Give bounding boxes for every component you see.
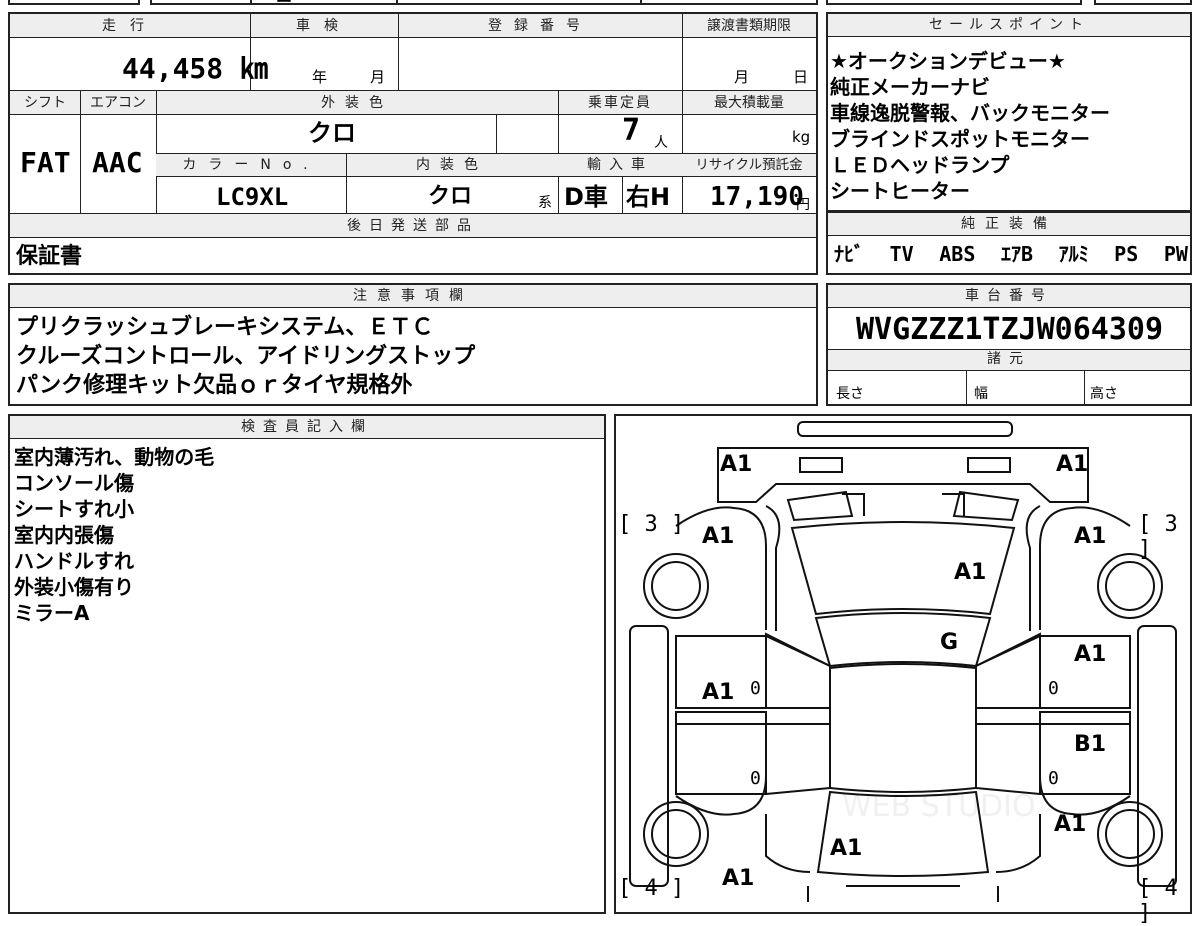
grade-right-rear-fender: A1 (1054, 812, 1087, 837)
inspector-note-line: 外装小傷有り (14, 575, 134, 599)
transfer-deadline-label: 譲渡書類期限 (707, 18, 791, 34)
grade-right-front-fender: A1 (1074, 524, 1107, 549)
transfer-month: 月 (734, 68, 750, 86)
interior-color-label: 内装色 (416, 157, 488, 173)
grade-hood: A1 (954, 560, 987, 585)
import-label: 輸入車 (587, 157, 653, 173)
color-no-value: LC9XL (216, 183, 289, 211)
inspector-note-line: ミラーA (14, 601, 90, 625)
sales-point-line: 純正メーカーナビ (830, 75, 990, 99)
capacity-value: 7 (622, 113, 641, 148)
equipment-item-pw: PW (1163, 242, 1188, 266)
grade-right-front-door: A1 (1074, 642, 1107, 667)
sales-points-label: セールスポイント (828, 14, 1190, 37)
sales-point-line: ＬＥＤヘッドランプ (830, 153, 1010, 177)
sales-points-list: ★オークションデビュー★ 純正メーカーナビ 車線逸脱警報、バックモニター ブライ… (830, 48, 1110, 204)
equipment-item-alloy: ｱﾙﾐ (1058, 242, 1089, 266)
grade-left-front-fender: A1 (702, 524, 735, 549)
sales-points-panel: セールスポイント ★オークションデビュー★ 純正メーカーナビ 車線逸脱警報、バッ… (826, 12, 1192, 212)
notes-label: 注意事項欄 (10, 285, 816, 308)
tread-depth-right-rear: [ 4 ] (1138, 876, 1178, 926)
note-line: プリクラッシュブレーキシステム、ＥＴＣ (16, 315, 434, 340)
inspector-note-line: ハンドルすれ (14, 549, 134, 573)
chassis-number: WVGZZZ1TZJW064309 (856, 312, 1164, 347)
grade-rear-left: A1 (722, 866, 755, 891)
color-no-label: カラーNo. (182, 157, 320, 173)
mileage-label: 走行 (102, 18, 158, 34)
equipment-items: ﾅﾋﾞ TV ABS ｴｱB ｱﾙﾐ PS PW (834, 240, 1188, 268)
spec-height-label: 高さ (1090, 386, 1118, 402)
grade-left-front-door: A1 (702, 680, 735, 705)
ac-label: エアコン (90, 95, 146, 111)
transfer-day: 日 (793, 68, 809, 86)
grade-roof-rear: A1 (830, 836, 863, 861)
later-parts-label: 後日発送部品 (347, 218, 479, 234)
capacity-unit: 人 (654, 135, 668, 151)
door-marker: 0 (1048, 768, 1059, 789)
sales-point-line: シートヒーター (830, 179, 970, 203)
inspector-notes-label: 検査員記入欄 (10, 416, 604, 439)
max-load-label: 最大積載量 (714, 95, 784, 111)
inspection-month: 月 (370, 68, 386, 86)
door-marker: 0 (750, 678, 761, 699)
equipment-item-airbag: ｴｱB (1000, 242, 1033, 266)
equipment-item-abs: ABS (939, 242, 976, 266)
top-partial-strip: ー (0, 0, 1200, 11)
recycle-deposit-value: 17,190 (710, 182, 804, 212)
door-marker: 0 (1048, 678, 1059, 699)
inspection-label: 車検 (296, 18, 352, 34)
vehicle-info-table: 走行 車検 登録番号 譲渡書類期限 44,458 ㎞ 年 月 月 日 シフト エ… (8, 12, 818, 275)
grade-front-right-corner: A1 (1056, 452, 1089, 477)
inspector-note-line: コンソール傷 (14, 471, 134, 495)
note-line: クルーズコントロール、アイドリングストップ (16, 344, 476, 369)
ac-value: AAC (92, 146, 143, 179)
interior-color-value: クロ (428, 184, 473, 209)
recycle-deposit-unit: 円 (796, 197, 810, 213)
capacity-label: 乗車定員 (588, 95, 652, 111)
shift-label: シフト (24, 95, 66, 111)
recycle-deposit-label: リサイクル預託金 (695, 157, 803, 173)
shift-value: FAT (20, 146, 71, 179)
grade-right-rear-door: B1 (1074, 732, 1107, 757)
equipment-item-tv: TV (889, 242, 914, 266)
inspector-note-line: シートすれ小 (14, 497, 134, 521)
tread-depth-left-rear: [ 4 ] (618, 876, 685, 901)
tread-depth-left-front: [ 3 ] (618, 512, 685, 537)
steering-value: 右H (626, 183, 671, 211)
later-parts-value: 保証書 (16, 244, 83, 269)
chassis-label: 車台番号 (828, 285, 1190, 308)
spec-width-label: 幅 (974, 386, 988, 402)
specs-label: 諸元 (987, 351, 1031, 367)
sales-point-line: ブラインドスポットモニター (830, 127, 1090, 151)
door-marker: 0 (750, 768, 761, 789)
grade-front-left-corner: A1 (720, 452, 753, 477)
watermark-text: WEB STUDIO (842, 789, 1036, 824)
equipment-panel: 純正装備 ﾅﾋﾞ TV ABS ｴｱB ｱﾙﾐ PS PW (826, 212, 1192, 275)
exterior-color-label: 外装色 (321, 95, 393, 111)
vehicle-diagram-panel: WEB STUDIO [ 3 ] [ 3 ] [ 4 ] [ 4 ] A1 A1… (614, 414, 1192, 926)
inspection-year: 年 (312, 68, 328, 86)
mileage-value: 44,458 ㎞ (122, 52, 269, 85)
inspector-note-line: 室内内張傷 (14, 523, 114, 547)
equipment-item-navi: ﾅﾋﾞ (834, 242, 864, 266)
top-partial-text: ー (276, 0, 293, 11)
chassis-panel: 車台番号 WVGZZZ1TZJW064309 諸元 長さ 幅 高さ (826, 283, 1192, 406)
inspector-note-line: 室内薄汚れ、動物の毛 (14, 445, 215, 469)
registration-label: 登録番号 (488, 18, 592, 34)
max-load-unit: kg (792, 128, 811, 146)
sales-point-line: 車線逸脱警報、バックモニター (830, 101, 1110, 125)
grade-windshield: G (940, 630, 959, 655)
interior-color-suffix: 系 (538, 195, 552, 211)
equipment-item-ps: PS (1114, 242, 1139, 266)
inspector-notes-panel: 検査員記入欄 室内薄汚れ、動物の毛 コンソール傷 シートすれ小 室内内張傷 ハン… (8, 414, 606, 914)
import-type-value: D車 (564, 183, 608, 211)
note-line: パンク修理キット欠品ｏｒタイヤ規格外 (16, 373, 413, 398)
spec-length-label: 長さ (836, 386, 864, 402)
equipment-label: 純正装備 (961, 216, 1057, 232)
tread-depth-right-front: [ 3 ] (1138, 512, 1178, 562)
notes-panel: 注意事項欄 プリクラッシュブレーキシステム、ＥＴＣ クルーズコントロール、アイド… (8, 283, 818, 406)
sales-point-line: ★オークションデビュー★ (830, 49, 1066, 73)
exterior-color-value: クロ (308, 119, 356, 147)
